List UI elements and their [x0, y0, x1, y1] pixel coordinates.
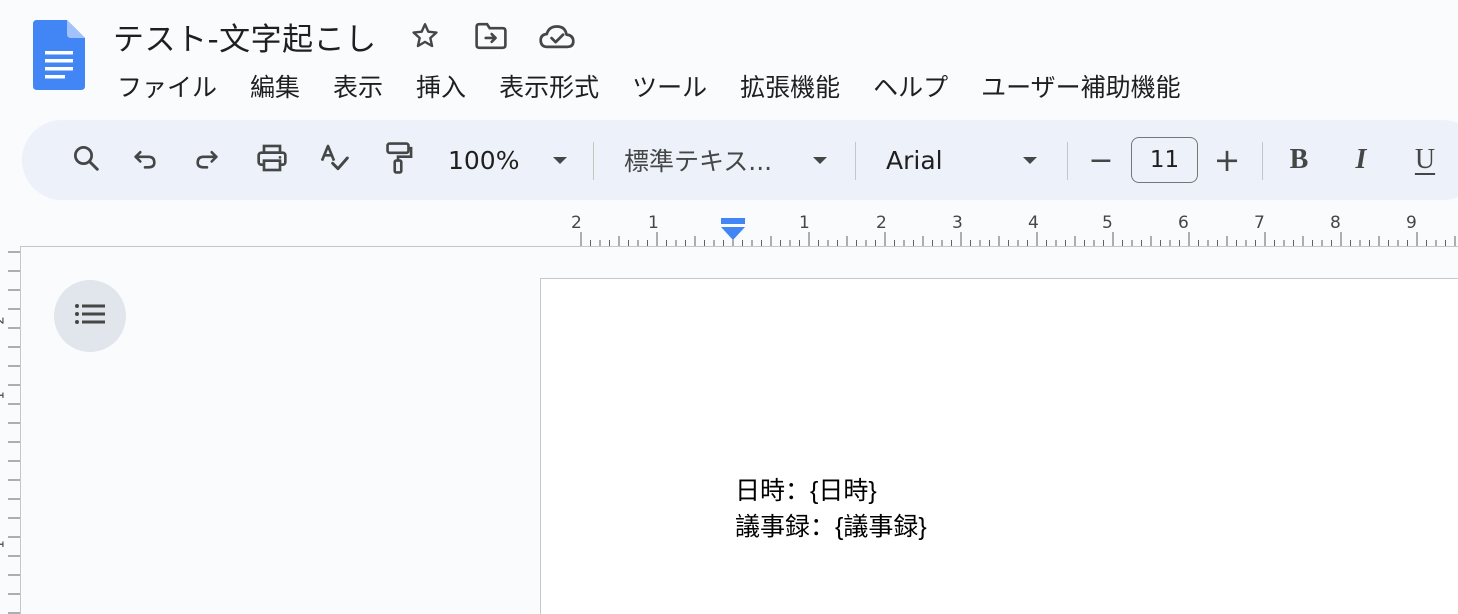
menu-file[interactable]: ファイル — [106, 68, 228, 104]
chevron-down-icon — [552, 151, 568, 170]
toolbar-divider — [1067, 142, 1068, 180]
ruler-label: 5 — [1102, 213, 1113, 233]
chevron-down-icon — [1022, 151, 1038, 170]
ruler-label: 6 — [1178, 213, 1189, 233]
ruler-label: 1 — [0, 540, 8, 548]
paint-format-icon — [383, 141, 413, 179]
menu-edit[interactable]: 編集 — [239, 68, 311, 104]
undo-icon — [131, 144, 159, 176]
ruler-label: 2 — [571, 213, 582, 233]
ruler-label: 2 — [0, 316, 8, 324]
outline-icon — [74, 302, 106, 330]
toolbar-divider — [593, 142, 594, 180]
ruler-label: 4 — [1028, 213, 1039, 233]
decrease-font-size-button[interactable]: − — [1082, 120, 1120, 200]
chevron-down-icon — [812, 151, 828, 170]
title-actions — [405, 16, 577, 56]
menu-tools[interactable]: ツール — [621, 68, 718, 104]
undo-button[interactable] — [126, 120, 164, 200]
menu-bar: ファイル 編集 表示 挿入 表示形式 ツール 拡張機能 ヘルプ ユーザー補助機能 — [106, 66, 1203, 106]
horizontal-ruler[interactable]: 2 1 1 2 3 4 5 6 7 8 9 — [540, 210, 1458, 246]
menu-accessibility[interactable]: ユーザー補助機能 — [970, 68, 1192, 104]
underline-button[interactable]: U — [1406, 120, 1444, 200]
bold-button[interactable]: B — [1280, 120, 1318, 200]
menu-insert[interactable]: 挿入 — [405, 68, 477, 104]
spellcheck-button[interactable] — [314, 120, 354, 200]
vertical-ruler[interactable]: 2 1 1 — [0, 247, 20, 614]
search-icon — [71, 143, 101, 177]
docs-window: テスト-文字起こし ファイル 編集 表示 挿入 表示形式 ツール 拡張機能 ヘル… — [0, 0, 1458, 614]
title-row: テスト-文字起こし — [113, 14, 577, 58]
menu-extensions[interactable]: 拡張機能 — [729, 68, 851, 104]
document-page[interactable]: 日時：{日時} 議事録：{議事録} — [540, 278, 1458, 614]
workspace-left-border — [20, 246, 21, 614]
paragraph-style-value: 標準テキス... — [624, 147, 773, 176]
ruler-label: 9 — [1406, 213, 1417, 233]
menu-help[interactable]: ヘルプ — [862, 68, 959, 104]
star-icon[interactable] — [405, 16, 445, 56]
ruler-label: 1 — [648, 213, 659, 233]
redo-button[interactable] — [188, 120, 226, 200]
show-outline-button[interactable] — [54, 280, 126, 352]
toolbar-divider — [855, 142, 856, 180]
font-size-input[interactable]: 11 — [1131, 137, 1198, 183]
increase-font-size-button[interactable]: + — [1208, 120, 1246, 200]
toolbar: 100% 標準テキス... Arial − 11 + B I U — [22, 120, 1458, 200]
docs-logo-icon[interactable] — [33, 20, 85, 90]
ruler-label: 3 — [952, 213, 963, 233]
cloud-saved-icon[interactable] — [537, 16, 577, 56]
ruler-label: 1 — [0, 391, 8, 399]
print-button[interactable] — [252, 120, 292, 200]
text-line-datetime[interactable]: 日時：{日時} — [735, 473, 927, 509]
menu-view[interactable]: 表示 — [322, 68, 394, 104]
move-to-folder-icon[interactable] — [471, 16, 511, 56]
search-menus-button[interactable] — [54, 120, 118, 200]
toolbar-divider — [1262, 142, 1263, 180]
text-line-minutes[interactable]: 議事録：{議事録} — [735, 509, 927, 545]
workspace-top-border — [20, 246, 1458, 247]
document-title[interactable]: テスト-文字起こし — [113, 14, 377, 59]
font-family-select[interactable]: Arial — [886, 120, 1038, 200]
ruler-ticks — [580, 232, 1456, 246]
menu-format[interactable]: 表示形式 — [488, 68, 610, 104]
redo-icon — [193, 144, 221, 176]
zoom-value: 100% — [448, 145, 520, 175]
ruler-ticks — [8, 251, 20, 614]
italic-button[interactable]: I — [1342, 120, 1380, 200]
ruler-label: 8 — [1330, 213, 1341, 233]
zoom-select[interactable]: 100% — [448, 120, 568, 200]
paragraph-style-select[interactable]: 標準テキス... — [624, 120, 828, 200]
font-family-value: Arial — [886, 145, 943, 175]
print-icon — [256, 143, 288, 177]
spellcheck-icon — [318, 142, 350, 178]
ruler-label: 1 — [799, 213, 810, 233]
ruler-label: 7 — [1254, 213, 1265, 233]
page-body[interactable]: 日時：{日時} 議事録：{議事録} — [735, 473, 927, 545]
paint-format-button[interactable] — [378, 120, 418, 200]
ruler-label: 2 — [876, 213, 887, 233]
